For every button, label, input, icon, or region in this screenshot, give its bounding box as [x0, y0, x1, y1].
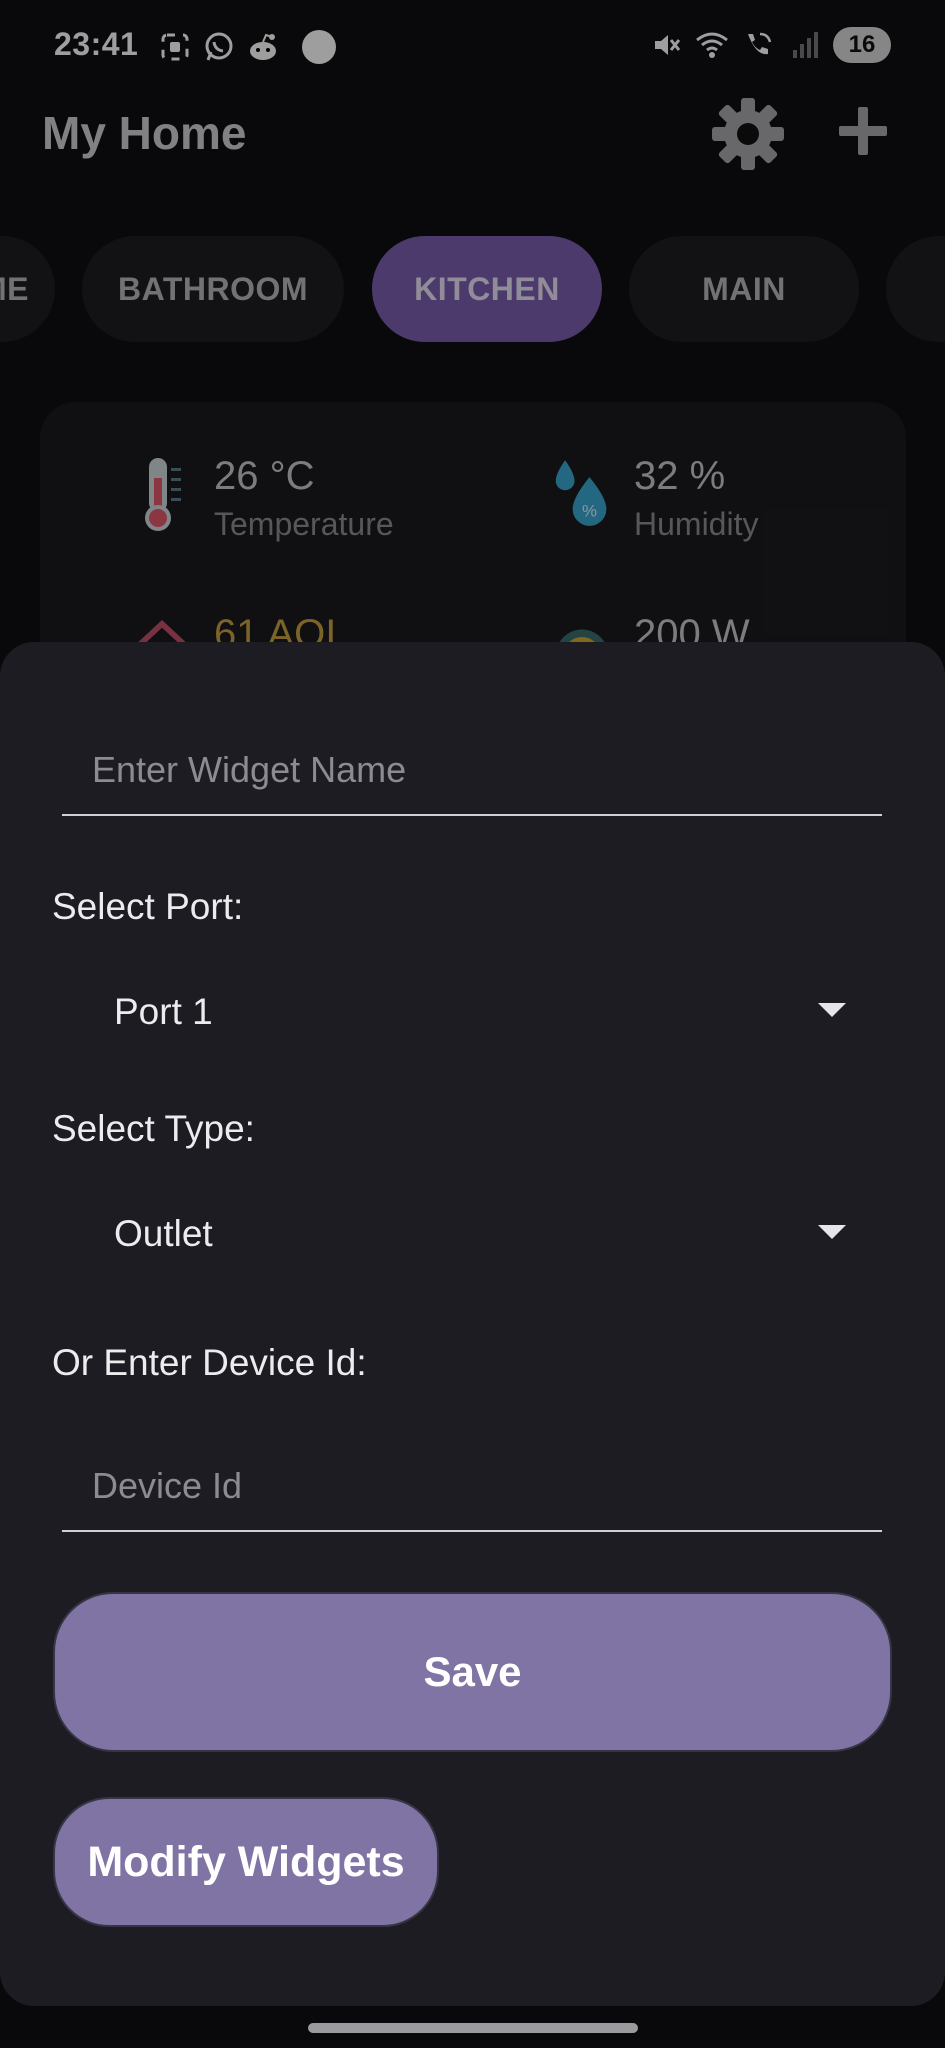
modify-widgets-button[interactable]: Modify Widgets: [53, 1797, 439, 1927]
device-id-label: Or Enter Device Id:: [52, 1342, 367, 1383]
select-type-label: Select Type:: [52, 1108, 255, 1149]
add-widget-sheet: Select Port: Port 1 Select Type: Outlet …: [0, 642, 945, 2006]
chevron-down-icon: [818, 1225, 846, 1239]
port-selected-value: Port 1: [114, 991, 213, 1032]
widget-name-input[interactable]: [62, 726, 882, 814]
device-id-input[interactable]: [62, 1442, 882, 1530]
home-indicator[interactable]: [308, 2023, 638, 2033]
widget-name-field[interactable]: [62, 726, 882, 816]
device-id-field[interactable]: [62, 1442, 882, 1532]
chevron-down-icon: [818, 1003, 846, 1017]
type-dropdown[interactable]: Outlet: [62, 1189, 862, 1279]
save-button[interactable]: Save: [53, 1592, 892, 1752]
select-port-label: Select Port:: [52, 886, 244, 927]
type-selected-value: Outlet: [114, 1213, 213, 1254]
port-dropdown[interactable]: Port 1: [62, 967, 862, 1057]
